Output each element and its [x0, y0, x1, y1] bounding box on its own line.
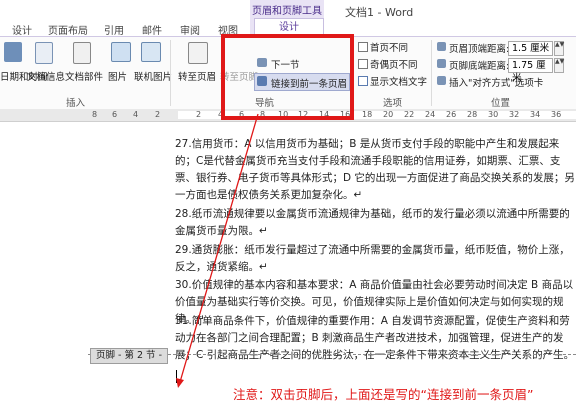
annotation-arrow: [176, 113, 259, 388]
annotation-note: 注意：双击页脚后，上面还是写的“连接到前一条页眉”: [233, 387, 534, 402]
